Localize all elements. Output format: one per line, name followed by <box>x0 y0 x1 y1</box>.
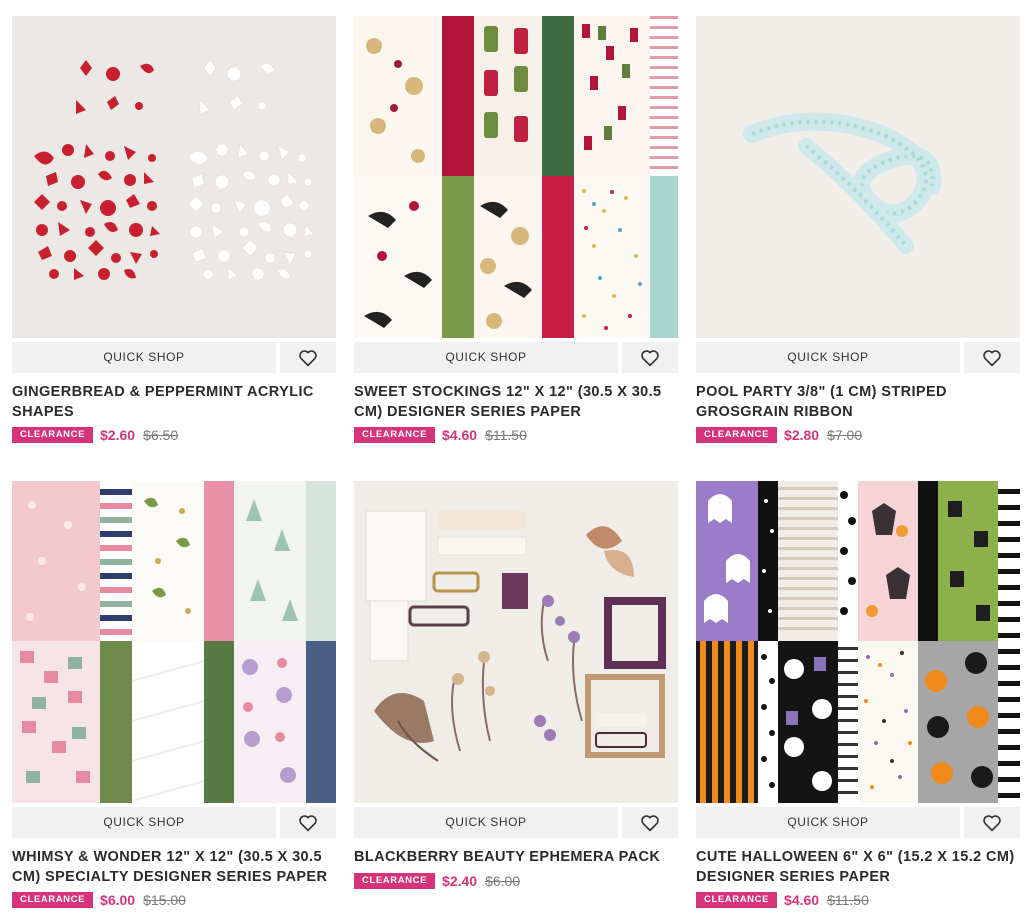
price-row: CLEARANCE $2.40 $6.00 <box>354 872 520 890</box>
product-title[interactable]: POOL PARTY 3/8" (1 CM) STRIPED GROSGRAIN… <box>696 382 1024 422</box>
product-title[interactable]: CUTE HALLOWEEN 6" X 6" (15.2 X 15.2 CM) … <box>696 847 1024 887</box>
original-price: $11.50 <box>827 892 869 908</box>
clearance-badge: CLEARANCE <box>12 892 94 908</box>
product-title[interactable]: WHIMSY & WONDER 12" X 12" (30.5 X 30.5 C… <box>12 847 342 887</box>
product-image[interactable] <box>696 481 1020 803</box>
quick-shop-button[interactable]: QUICK SHOP <box>12 807 276 838</box>
product-card: QUICK SHOP WHIMSY & WONDER 12" X 12" (30… <box>12 481 336 921</box>
original-price: $11.50 <box>485 427 527 443</box>
product-image[interactable] <box>12 481 336 803</box>
quick-shop-button[interactable]: QUICK SHOP <box>354 807 618 838</box>
product-card: QUICK SHOP CUTE HALLOWEEN 6" X 6" (15.2 … <box>696 481 1020 921</box>
product-card: QUICK SHOP SWEET STOCKINGS 12" X 12" (30… <box>354 16 678 443</box>
favorite-button[interactable] <box>280 807 336 838</box>
heart-icon <box>298 814 318 832</box>
favorite-button[interactable] <box>964 807 1020 838</box>
heart-icon <box>640 814 660 832</box>
original-price: $15.00 <box>143 892 186 908</box>
product-image[interactable] <box>354 16 678 338</box>
quick-shop-button[interactable]: QUICK SHOP <box>12 342 276 373</box>
favorite-button[interactable] <box>964 342 1020 373</box>
quick-shop-button[interactable]: QUICK SHOP <box>696 807 960 838</box>
original-price: $6.00 <box>485 873 521 889</box>
product-grid: QUICK SHOP GINGERBREAD & PEPPERMINT ACRY… <box>0 0 1024 923</box>
sale-price: $4.60 <box>442 427 478 443</box>
sale-price: $2.40 <box>442 873 478 889</box>
product-title[interactable]: SWEET STOCKINGS 12" X 12" (30.5 X 30.5 C… <box>354 382 684 422</box>
product-card: QUICK SHOP BLACKBERRY BEAUTY EPHEMERA PA… <box>354 481 678 901</box>
heart-icon <box>298 349 318 367</box>
heart-icon <box>982 349 1002 367</box>
clearance-badge: CLEARANCE <box>12 427 94 443</box>
product-card: QUICK SHOP GINGERBREAD & PEPPERMINT ACRY… <box>12 16 336 443</box>
price-row: CLEARANCE $2.60 $6.50 <box>12 426 178 444</box>
sale-price: $2.80 <box>784 427 820 443</box>
clearance-badge: CLEARANCE <box>354 873 436 889</box>
favorite-button[interactable] <box>622 342 678 373</box>
sale-price: $2.60 <box>100 427 136 443</box>
product-title[interactable]: BLACKBERRY BEAUTY EPHEMERA PACK <box>354 847 684 867</box>
quick-shop-button[interactable]: QUICK SHOP <box>696 342 960 373</box>
original-price: $6.50 <box>143 427 179 443</box>
favorite-button[interactable] <box>280 342 336 373</box>
clearance-badge: CLEARANCE <box>696 892 778 908</box>
price-row: CLEARANCE $4.60 $11.50 <box>354 426 527 444</box>
product-card: QUICK SHOP POOL PARTY 3/8" (1 CM) STRIPE… <box>696 16 1020 443</box>
original-price: $7.00 <box>827 427 863 443</box>
clearance-badge: CLEARANCE <box>354 427 436 443</box>
sale-price: $4.60 <box>784 892 820 908</box>
quick-shop-button[interactable]: QUICK SHOP <box>354 342 618 373</box>
product-image[interactable] <box>696 16 1020 338</box>
favorite-button[interactable] <box>622 807 678 838</box>
heart-icon <box>982 814 1002 832</box>
product-image[interactable] <box>354 481 678 803</box>
price-row: CLEARANCE $4.60 $11.50 <box>696 891 869 909</box>
price-row: CLEARANCE $2.80 $7.00 <box>696 426 862 444</box>
product-image[interactable] <box>12 16 336 338</box>
heart-icon <box>640 349 660 367</box>
price-row: CLEARANCE $6.00 $15.00 <box>12 891 186 909</box>
sale-price: $6.00 <box>100 892 136 908</box>
clearance-badge: CLEARANCE <box>696 427 778 443</box>
product-title[interactable]: GINGERBREAD & PEPPERMINT ACRYLIC SHAPES <box>12 382 342 422</box>
